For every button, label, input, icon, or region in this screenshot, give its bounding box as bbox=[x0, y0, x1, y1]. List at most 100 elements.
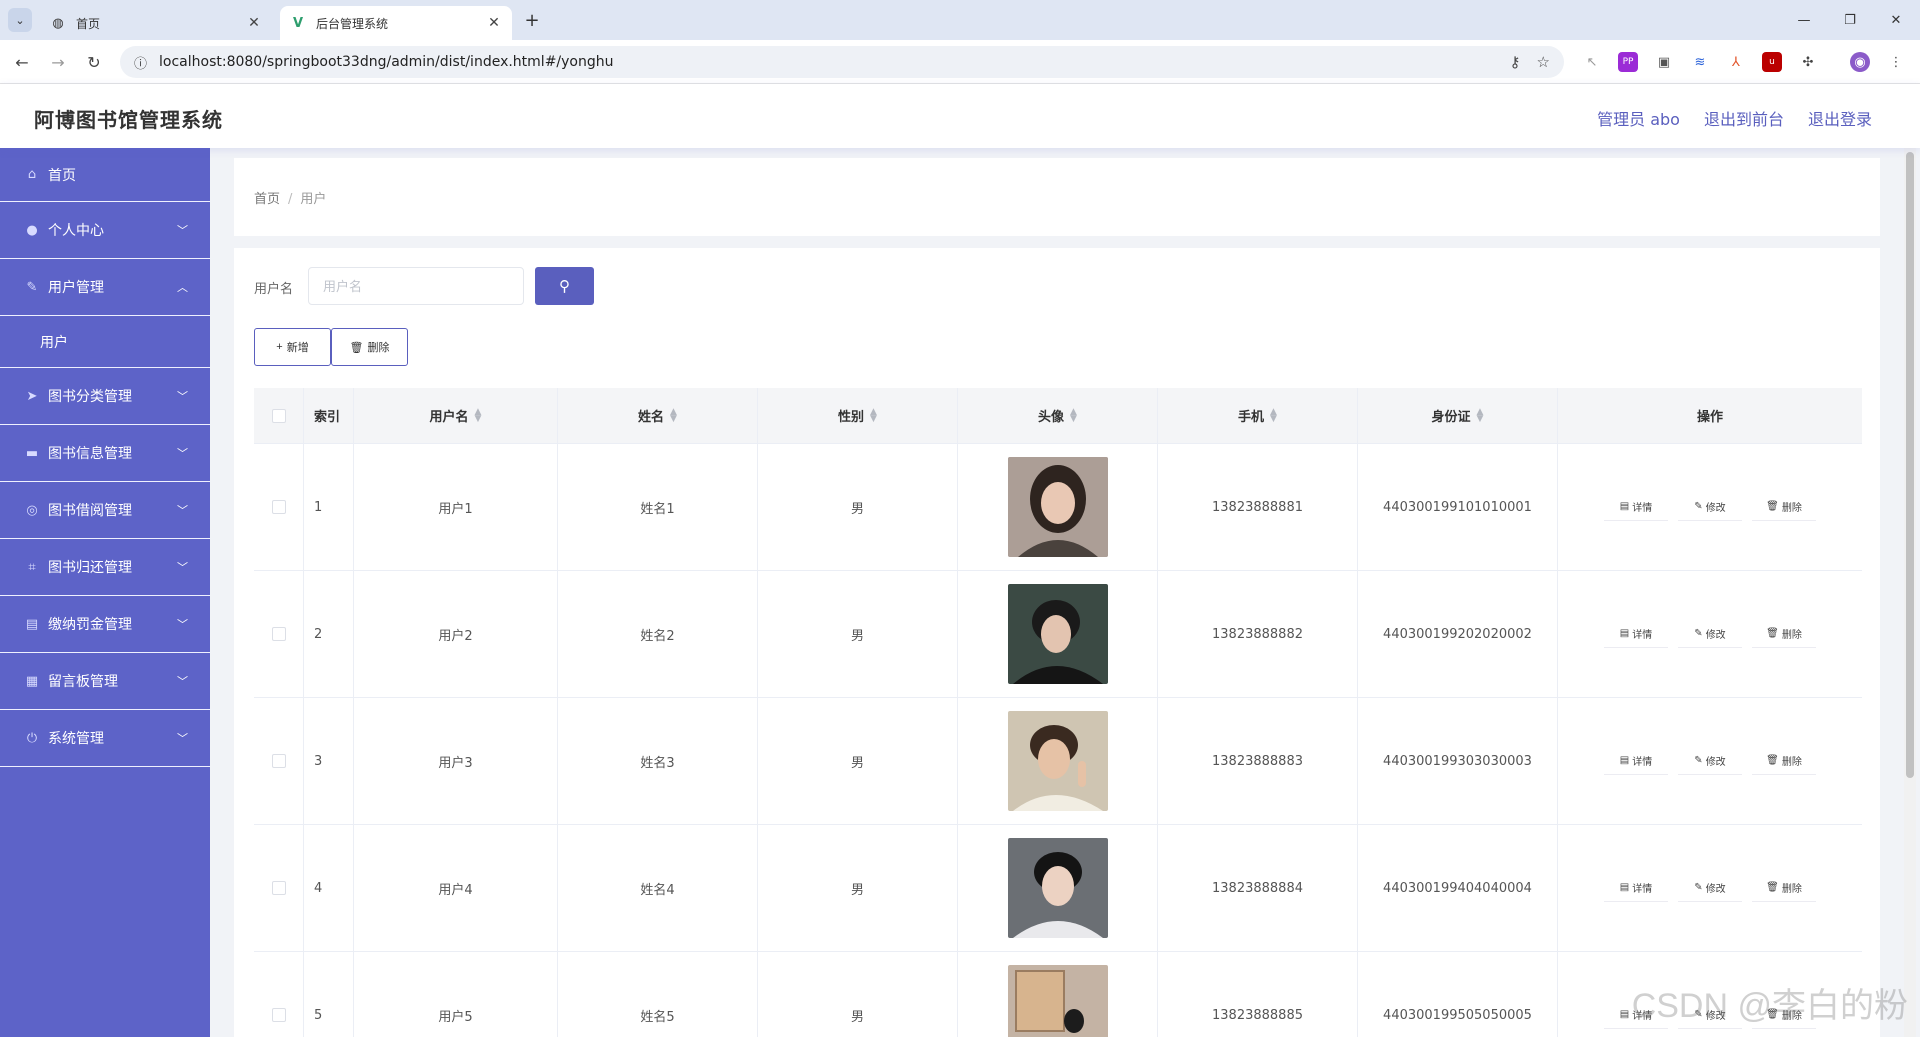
close-icon[interactable]: ✕ bbox=[246, 15, 262, 31]
avatar-image[interactable] bbox=[1007, 457, 1108, 557]
restore-icon[interactable]: ❐ bbox=[1830, 8, 1870, 32]
row-checkbox[interactable] bbox=[271, 1008, 286, 1022]
detail-button[interactable]: ▤ 详情 bbox=[1604, 747, 1668, 775]
cell-username: 用户3 bbox=[354, 698, 558, 824]
sidebar-item-user-mgmt[interactable]: ✎ 用户管理 ︿ bbox=[0, 259, 210, 316]
close-icon[interactable]: ✕ bbox=[486, 15, 502, 31]
select-all-cell bbox=[254, 388, 304, 443]
sort-icon[interactable]: ▲ ▼ bbox=[870, 407, 877, 423]
avatar-image[interactable] bbox=[1007, 711, 1108, 811]
delete-button[interactable]: 🗑 删除 bbox=[1752, 620, 1816, 648]
tab-search-icon[interactable]: ⌄ bbox=[8, 8, 32, 32]
select-all-checkbox[interactable] bbox=[271, 408, 286, 423]
delete-button[interactable]: 🗑 删除 bbox=[1752, 493, 1816, 521]
back-icon[interactable]: ← bbox=[10, 50, 34, 74]
table-header: 索引 用户名 ▲ ▼ 姓名 ▲ ▼ 性别 ▲ ▼ 头像 ▲ ▼ 手机 ▲ ▼ 身份证 ▲ ▼ 操作 bbox=[254, 388, 1862, 444]
browser-menu-icon[interactable]: ⋮ bbox=[1886, 52, 1906, 72]
page-scrollbar[interactable] bbox=[1904, 148, 1916, 1037]
trash-icon: 🗑 bbox=[1766, 755, 1779, 766]
logout-link[interactable]: 退出登录 bbox=[1808, 106, 1872, 130]
card-icon: ▬ bbox=[25, 445, 39, 461]
reload-icon[interactable]: ↻ bbox=[82, 50, 106, 74]
avatar-image[interactable] bbox=[1007, 838, 1108, 938]
sidebar-item-system[interactable]: ⏻ 系统管理 ﹀ bbox=[0, 710, 210, 767]
ext-cursor-icon[interactable]: ↖ bbox=[1582, 52, 1602, 72]
delete-button[interactable]: 🗑 删除 bbox=[1752, 874, 1816, 902]
sidebar-subitem-user[interactable]: 用户 bbox=[0, 316, 210, 368]
url-text[interactable]: localhost:8080/springboot33dng/admin/dis… bbox=[159, 54, 1494, 70]
watermark: CSDN @李白的粉 bbox=[1631, 987, 1908, 1025]
browser-tab-admin[interactable]: V 后台管理系统 ✕ bbox=[280, 6, 512, 40]
row-checkbox[interactable] bbox=[271, 627, 286, 641]
header-idcard[interactable]: 身份证 ▲ ▼ bbox=[1358, 388, 1558, 443]
admin-user-link[interactable]: 管理员 abo bbox=[1597, 106, 1680, 130]
sidebar-item-fine[interactable]: ▤ 缴纳罚金管理 ﹀ bbox=[0, 596, 210, 653]
username-search-input[interactable] bbox=[308, 267, 524, 305]
header-avatar[interactable]: 头像 ▲ ▼ bbox=[958, 388, 1158, 443]
row-checkbox[interactable] bbox=[271, 754, 286, 768]
header-sex[interactable]: 性别 ▲ ▼ bbox=[758, 388, 958, 443]
sort-icon[interactable]: ▲ ▼ bbox=[475, 407, 482, 423]
row-select-cell bbox=[254, 444, 304, 570]
browser-tab-home[interactable]: ◍ 首页 ✕ bbox=[40, 6, 272, 40]
puzzle-icon[interactable]: ✣ bbox=[1798, 52, 1818, 72]
edit-button[interactable]: ✎ 修改 bbox=[1678, 874, 1742, 902]
cell-name: 姓名3 bbox=[558, 698, 758, 824]
back-to-front-link[interactable]: 退出到前台 bbox=[1704, 106, 1784, 130]
chevron-down-icon: ﹀ bbox=[177, 732, 188, 745]
detail-button[interactable]: ▤ 详情 bbox=[1604, 493, 1668, 521]
breadcrumb-separator: / bbox=[288, 192, 293, 207]
window-close-icon[interactable]: ✕ bbox=[1876, 8, 1916, 32]
url-box[interactable]: ⓘ localhost:8080/springboot33dng/admin/d… bbox=[120, 46, 1564, 78]
sidebar: ⌂ 首页 ● 个人中心 ﹀ ✎ 用户管理 ︿ 用户 ➤ 图书分类管理 ﹀ ▬ 图… bbox=[0, 148, 210, 1037]
detail-button[interactable]: ▤ 详情 bbox=[1604, 620, 1668, 648]
sidebar-item-message[interactable]: ▦ 留言板管理 ﹀ bbox=[0, 653, 210, 710]
ext-shield-icon[interactable]: u bbox=[1762, 52, 1782, 72]
user-table: 索引 用户名 ▲ ▼ 姓名 ▲ ▼ 性别 ▲ ▼ 头像 ▲ ▼ 手机 ▲ ▼ 身份证 ▲ ▼ 操作 1 … bbox=[254, 388, 1862, 1037]
sidebar-subitem-label: 用户 bbox=[40, 334, 68, 351]
sort-icon[interactable]: ▲ ▼ bbox=[1270, 407, 1277, 423]
detail-button[interactable]: ▤ 详情 bbox=[1604, 874, 1668, 902]
star-icon[interactable]: ☆ bbox=[1537, 53, 1550, 71]
header-name[interactable]: 姓名 ▲ ▼ bbox=[558, 388, 758, 443]
avatar-image[interactable] bbox=[1007, 965, 1108, 1037]
ext-purple-icon[interactable]: PP bbox=[1618, 52, 1638, 72]
sidebar-item-book-info[interactable]: ▬ 图书信息管理 ﹀ bbox=[0, 425, 210, 482]
sort-icon[interactable]: ▲ ▼ bbox=[1477, 407, 1484, 423]
edit-button[interactable]: ✎ 修改 bbox=[1678, 620, 1742, 648]
avatar-image[interactable] bbox=[1007, 584, 1108, 684]
sidebar-item-home[interactable]: ⌂ 首页 bbox=[0, 148, 210, 202]
profile-avatar-icon[interactable]: ◉ bbox=[1850, 52, 1870, 72]
header-phone[interactable]: 手机 ▲ ▼ bbox=[1158, 388, 1358, 443]
detail-label: 详情 bbox=[1632, 630, 1653, 641]
sidebar-item-profile[interactable]: ● 个人中心 ﹀ bbox=[0, 202, 210, 259]
new-tab-icon[interactable]: + bbox=[520, 8, 544, 32]
sidebar-item-return[interactable]: ⌗ 图书归还管理 ﹀ bbox=[0, 539, 210, 596]
row-checkbox[interactable] bbox=[271, 881, 286, 895]
scrollbar-thumb[interactable] bbox=[1906, 152, 1914, 778]
key-icon[interactable]: ⚷ bbox=[1510, 53, 1521, 71]
delete-button[interactable]: 🗑 删除 bbox=[1752, 747, 1816, 775]
cell-sex: 男 bbox=[758, 952, 958, 1037]
ext-layers-icon[interactable]: ≋ bbox=[1690, 52, 1710, 72]
breadcrumb-home[interactable]: 首页 bbox=[254, 192, 280, 207]
header-username[interactable]: 用户名 ▲ ▼ bbox=[354, 388, 558, 443]
add-button[interactable]: + 新增 bbox=[254, 328, 331, 366]
sidebar-item-book-category[interactable]: ➤ 图书分类管理 ﹀ bbox=[0, 368, 210, 425]
ext-tree-icon[interactable]: ⅄ bbox=[1726, 52, 1746, 72]
edit-label: 修改 bbox=[1705, 884, 1726, 895]
site-info-icon[interactable]: ⓘ bbox=[134, 53, 147, 72]
edit-button[interactable]: ✎ 修改 bbox=[1678, 493, 1742, 521]
forward-icon[interactable]: → bbox=[46, 50, 70, 74]
cell-avatar bbox=[958, 698, 1158, 824]
row-select-cell bbox=[254, 698, 304, 824]
search-button[interactable]: ⚲ bbox=[535, 267, 594, 305]
sort-icon[interactable]: ▲ ▼ bbox=[670, 407, 677, 423]
edit-button[interactable]: ✎ 修改 bbox=[1678, 747, 1742, 775]
batch-delete-button[interactable]: 🗑 删除 bbox=[331, 328, 408, 366]
sidebar-item-borrow[interactable]: ◎ 图书借阅管理 ﹀ bbox=[0, 482, 210, 539]
ext-game-icon[interactable]: ▣ bbox=[1654, 52, 1674, 72]
row-checkbox[interactable] bbox=[271, 500, 286, 514]
minimize-icon[interactable]: — bbox=[1784, 8, 1824, 32]
sort-icon[interactable]: ▲ ▼ bbox=[1070, 407, 1077, 423]
